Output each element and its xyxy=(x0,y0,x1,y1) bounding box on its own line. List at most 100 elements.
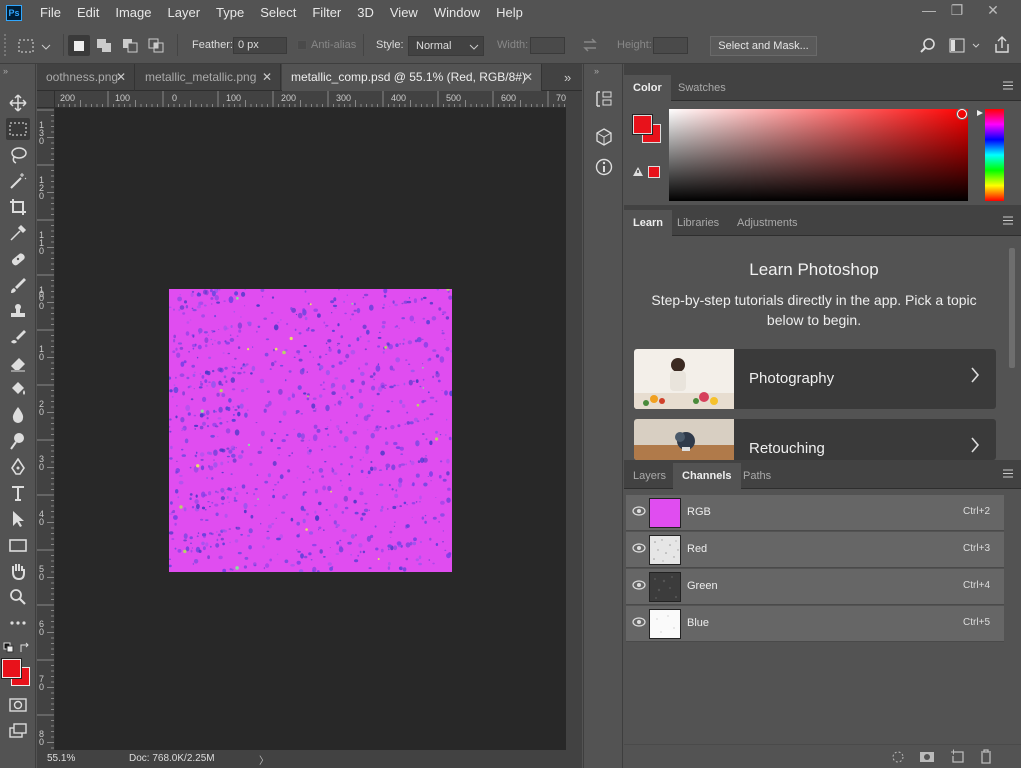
tab-learn[interactable]: Learn xyxy=(624,210,672,236)
channel-row-red[interactable]: Red Ctrl+3 xyxy=(626,532,1004,568)
channels-scrollbar[interactable] xyxy=(1006,495,1018,743)
move-tool-icon[interactable] xyxy=(6,92,30,114)
more-tools-icon[interactable] xyxy=(6,612,30,634)
rectangle-tool-icon[interactable] xyxy=(6,534,30,556)
color-picker-handle[interactable] xyxy=(957,109,967,119)
healing-brush-tool-icon[interactable] xyxy=(6,248,30,270)
brush-tool-icon[interactable] xyxy=(6,274,30,296)
zoom-tool-icon[interactable] xyxy=(6,586,30,608)
path-selection-tool-icon[interactable] xyxy=(6,508,30,530)
channel-row-rgb[interactable]: RGB Ctrl+2 xyxy=(626,495,1004,531)
close-icon[interactable]: ✕ xyxy=(523,64,533,90)
out-of-gamut-warning-icon[interactable] xyxy=(632,166,644,180)
add-selection-icon[interactable] xyxy=(94,35,116,59)
panel-menu-icon[interactable] xyxy=(1003,81,1013,90)
close-button[interactable]: ✕ xyxy=(976,0,1010,22)
vertical-scrollbar[interactable] xyxy=(566,91,582,750)
hue-slider-handle[interactable] xyxy=(976,106,984,120)
tab-swatches[interactable]: Swatches xyxy=(669,75,735,101)
swap-dimensions-icon[interactable] xyxy=(582,38,598,55)
menu-window[interactable]: Window xyxy=(426,0,488,26)
collapse-toolbox-icon[interactable]: » xyxy=(3,66,8,76)
menu-select[interactable]: Select xyxy=(252,0,304,26)
more-tabs-icon[interactable]: » xyxy=(564,70,571,85)
magic-wand-tool-icon[interactable] xyxy=(6,170,30,192)
load-channel-selection-icon[interactable] xyxy=(891,750,905,764)
scrollbar-thumb[interactable] xyxy=(1009,248,1015,368)
type-tool-icon[interactable] xyxy=(6,482,30,504)
channel-row-green[interactable]: Green Ctrl+4 xyxy=(626,569,1004,605)
delete-channel-icon[interactable] xyxy=(979,749,993,764)
panel-menu-icon[interactable] xyxy=(1003,216,1013,225)
3d-panel-icon[interactable] xyxy=(595,128,613,149)
canvas-area[interactable] xyxy=(55,108,566,750)
dodge-tool-icon[interactable] xyxy=(6,430,30,452)
close-icon[interactable]: ✕ xyxy=(262,64,272,90)
style-select[interactable]: Normal xyxy=(408,36,484,56)
height-input[interactable] xyxy=(653,37,688,54)
tutorial-card-retouching[interactable]: Retouching xyxy=(634,419,996,460)
intersect-selection-icon[interactable] xyxy=(146,35,168,59)
tab-adjustments[interactable]: Adjustments xyxy=(728,210,807,236)
new-channel-icon[interactable] xyxy=(950,749,964,763)
marquee-preset-icon[interactable] xyxy=(18,38,52,57)
menu-3d[interactable]: 3D xyxy=(349,0,382,26)
select-and-mask-button[interactable]: Select and Mask... xyxy=(710,36,817,56)
swap-colors-icon[interactable] xyxy=(19,642,31,657)
search-icon[interactable] xyxy=(919,37,937,58)
menu-edit[interactable]: Edit xyxy=(69,0,107,26)
stamp-tool-icon[interactable] xyxy=(6,300,30,322)
tab-metallic-metallic[interactable]: metallic_metallic.png ✕ xyxy=(136,64,281,91)
menu-filter[interactable]: Filter xyxy=(304,0,349,26)
quick-mask-icon[interactable] xyxy=(6,694,30,716)
restore-button[interactable]: ❐ xyxy=(940,0,974,22)
menu-layer[interactable]: Layer xyxy=(160,0,209,26)
status-menu-arrow[interactable]: 〉 xyxy=(259,752,269,767)
menu-view[interactable]: View xyxy=(382,0,426,26)
subtract-selection-icon[interactable] xyxy=(120,35,142,59)
menu-image[interactable]: Image xyxy=(107,0,159,26)
menu-type[interactable]: Type xyxy=(208,0,252,26)
close-icon[interactable]: ✕ xyxy=(116,64,126,90)
eyedropper-tool-icon[interactable] xyxy=(6,222,30,244)
default-colors-icon[interactable] xyxy=(3,642,15,657)
feather-input[interactable]: 0 px xyxy=(233,37,287,54)
lasso-tool-icon[interactable] xyxy=(6,144,30,166)
hand-tool-icon[interactable] xyxy=(6,560,30,582)
tab-smoothness[interactable]: oothness.png ✕ xyxy=(37,64,135,91)
workspace-icon[interactable] xyxy=(949,38,985,57)
new-selection-icon[interactable] xyxy=(68,35,90,56)
history-brush-tool-icon[interactable] xyxy=(6,326,30,348)
color-foreground-swatch[interactable] xyxy=(633,115,652,134)
eraser-tool-icon[interactable] xyxy=(6,352,30,374)
channel-row-blue[interactable]: Blue Ctrl+5 xyxy=(626,606,1004,642)
tab-libraries[interactable]: Libraries xyxy=(668,210,728,236)
color-spectrum-field[interactable] xyxy=(669,109,968,201)
blur-tool-icon[interactable] xyxy=(6,404,30,426)
tab-channels[interactable]: Channels xyxy=(673,463,741,489)
gamut-color-swatch[interactable] xyxy=(648,166,660,178)
history-panel-icon[interactable] xyxy=(595,90,613,111)
tab-paths[interactable]: Paths xyxy=(734,463,780,489)
antialias-checkbox[interactable] xyxy=(297,40,307,50)
panel-menu-icon[interactable] xyxy=(1003,469,1013,478)
crop-tool-icon[interactable] xyxy=(6,196,30,218)
pen-tool-icon[interactable] xyxy=(6,456,30,478)
marquee-tool-icon[interactable] xyxy=(6,118,30,140)
screen-mode-icon[interactable] xyxy=(6,720,30,742)
save-selection-channel-icon[interactable] xyxy=(919,750,935,764)
menu-file[interactable]: File xyxy=(32,0,69,26)
width-input[interactable] xyxy=(530,37,565,54)
document-image[interactable] xyxy=(169,289,452,572)
learn-scrollbar[interactable] xyxy=(1006,236,1018,460)
hue-slider[interactable] xyxy=(985,109,1004,201)
menu-help[interactable]: Help xyxy=(488,0,531,26)
collapse-panels-icon[interactable]: » xyxy=(594,66,599,76)
zoom-level[interactable]: 55.1% xyxy=(47,753,75,764)
tab-color[interactable]: Color xyxy=(624,75,671,101)
share-icon[interactable] xyxy=(993,36,1011,57)
info-panel-icon[interactable] xyxy=(595,158,613,179)
paint-bucket-tool-icon[interactable] xyxy=(6,378,30,400)
foreground-color-swatch[interactable] xyxy=(2,659,21,678)
tab-layers[interactable]: Layers xyxy=(624,463,675,489)
